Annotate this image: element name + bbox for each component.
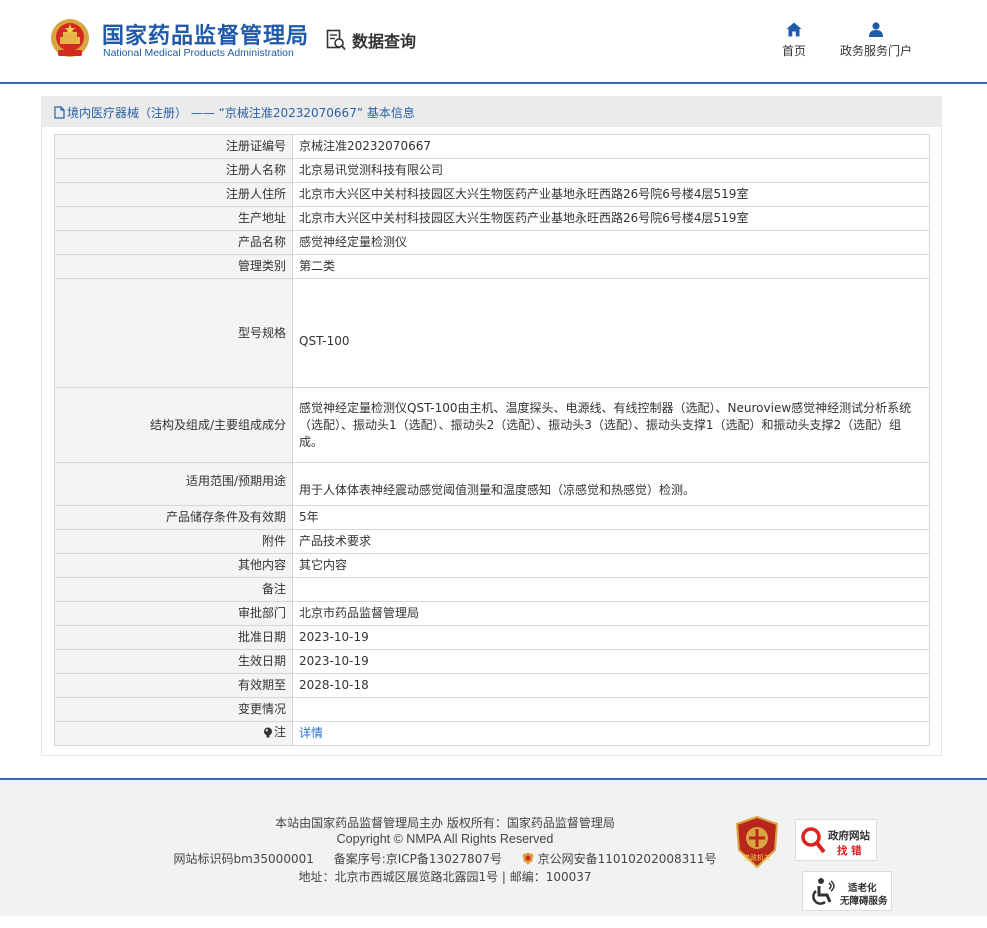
table-row: 生效日期 2023-10-19 <box>54 649 930 674</box>
user-icon <box>869 22 883 37</box>
nav-home[interactable]: 首页 <box>749 22 839 59</box>
home-icon <box>786 22 802 37</box>
table-row: 审批部门 北京市药品监督管理局 <box>54 601 930 626</box>
row-label: 变更情况 <box>54 697 293 722</box>
footer-police[interactable]: 京公网安备11010202008311号 <box>538 852 717 866</box>
table-row: 注册人名称 北京易讯觉测科技有限公司 <box>54 158 930 183</box>
document-icon <box>54 105 65 119</box>
row-label: 产品名称 <box>54 230 293 255</box>
row-label: 适用范围/预期用途 <box>54 462 293 506</box>
site-name-en: National Medical Products Administration <box>103 47 294 59</box>
table-row: 变更情况 <box>54 697 930 722</box>
row-label: 附件 <box>54 529 293 554</box>
gov-site-label: 政府网站 <box>828 830 870 842</box>
registration-info-table: 注册证编号 京械注准20232070667 注册人名称 北京易讯觉测科技有限公司… <box>54 134 930 746</box>
police-badge-icon <box>522 852 534 865</box>
gov-site-error-report[interactable]: 政府网站 找 错 <box>795 819 877 861</box>
data-query-link[interactable]: 数据查询 <box>326 28 416 52</box>
document-search-icon <box>326 29 346 51</box>
row-label: 注册证编号 <box>54 134 293 159</box>
magnifier-icon <box>801 827 826 854</box>
row-label: 管理类别 <box>54 254 293 279</box>
national-emblem-icon <box>51 19 89 57</box>
footer-site-id: 网站标识码bm35000001 <box>173 852 314 866</box>
panel-title: 境内医疗器械（注册） —— “京械注准20232070667” 基本信息 <box>42 97 941 127</box>
table-row: 型号规格 QST-100 <box>54 278 930 388</box>
row-value <box>292 697 930 722</box>
row-value: 2023-10-19 <box>292 625 930 650</box>
party-badge-text: 党政机关 <box>743 853 771 862</box>
site-header: 国家药品监督管理局 National Medical Products Admi… <box>0 0 987 84</box>
age-friendly-label: 适老化 <box>848 883 877 894</box>
table-row: 结构及组成/主要组成成分 感觉神经定量检测仪QST-100由主机、温度探头、电源… <box>54 387 930 463</box>
table-row: 有效期至 2028-10-18 <box>54 673 930 698</box>
row-label: 生产地址 <box>54 206 293 231</box>
table-row: 注册证编号 京械注准20232070667 <box>54 134 930 159</box>
data-query-label: 数据查询 <box>352 32 417 51</box>
row-label: 型号规格 <box>54 278 293 388</box>
row-value: 感觉神经定量检测仪 <box>292 230 930 255</box>
footer-address: 地址：北京市西城区展览路北露园1号 | 邮编：100037 <box>298 870 592 884</box>
row-label: 注册人名称 <box>54 158 293 183</box>
site-footer: 本站由国家药品监督管理局主办 版权所有：国家药品监督管理局 Copyright … <box>0 778 987 916</box>
row-label: 注 <box>273 725 286 739</box>
row-value: 感觉神经定量检测仪QST-100由主机、温度探头、电源线、有线控制器（选配）、N… <box>292 387 930 463</box>
row-label: 审批部门 <box>54 601 293 626</box>
note-label-cell: 注 <box>54 721 293 746</box>
accessibility-icon <box>812 878 835 905</box>
table-row: 备注 <box>54 577 930 602</box>
row-value: 北京市大兴区中关村科技园区大兴生物医药产业基地永旺西路26号院6号楼4层519室 <box>292 206 930 231</box>
row-label: 结构及组成/主要组成成分 <box>54 387 293 463</box>
row-value: 北京市药品监督管理局 <box>292 601 930 626</box>
footer-icp[interactable]: 备案序号:京ICP备13027807号 <box>334 852 502 866</box>
nav-service-portal[interactable]: 政务服务门户 <box>831 22 921 59</box>
row-value: 北京市大兴区中关村科技园区大兴生物医药产业基地永旺西路26号院6号楼4层519室 <box>292 182 930 207</box>
table-row: 注 详情 <box>54 721 930 746</box>
detail-panel: 境内医疗器械（注册） —— “京械注准20232070667” 基本信息 注册证… <box>41 96 942 756</box>
row-value: 2028-10-18 <box>292 673 930 698</box>
row-value <box>292 577 930 602</box>
table-row: 生产地址 北京市大兴区中关村科技园区大兴生物医药产业基地永旺西路26号院6号楼4… <box>54 206 930 231</box>
row-value: 北京易讯觉测科技有限公司 <box>292 158 930 183</box>
row-value: 第二类 <box>292 254 930 279</box>
row-label: 有效期至 <box>54 673 293 698</box>
row-label: 注册人住所 <box>54 182 293 207</box>
note-bulb-icon <box>263 727 272 738</box>
table-row: 附件 产品技术要求 <box>54 529 930 554</box>
row-label: 生效日期 <box>54 649 293 674</box>
table-row: 管理类别 第二类 <box>54 254 930 279</box>
details-link[interactable]: 详情 <box>292 721 930 746</box>
table-row: 产品储存条件及有效期 5年 <box>54 505 930 530</box>
row-value: 其它内容 <box>292 553 930 578</box>
row-label: 其他内容 <box>54 553 293 578</box>
nav-portal-label: 政务服务门户 <box>839 44 912 58</box>
accessibility-service[interactable]: 适老化 无障碍服务 <box>802 871 892 911</box>
error-report-label: 找 错 <box>837 845 862 857</box>
row-value: 京械注准20232070667 <box>292 134 930 159</box>
row-value: 用于人体体表神经震动感觉阈值测量和温度感知（凉感觉和热感觉）检测。 <box>292 462 930 506</box>
row-label: 批准日期 <box>54 625 293 650</box>
barrier-free-label: 无障碍服务 <box>840 896 888 907</box>
row-value: 5年 <box>292 505 930 530</box>
table-row: 批准日期 2023-10-19 <box>54 625 930 650</box>
party-gov-badge-icon[interactable]: 党政机关 <box>735 816 779 868</box>
site-name-cn: 国家药品监督管理局 <box>102 24 310 49</box>
nav-home-label: 首页 <box>781 44 806 58</box>
table-row: 产品名称 感觉神经定量检测仪 <box>54 230 930 255</box>
panel-title-text: 境内医疗器械（注册） —— “京械注准20232070667” 基本信息 <box>67 105 415 120</box>
table-row: 适用范围/预期用途 用于人体体表神经震动感觉阈值测量和温度感知（凉感觉和热感觉）… <box>54 462 930 506</box>
table-row: 其他内容 其它内容 <box>54 553 930 578</box>
row-value: QST-100 <box>292 278 930 388</box>
row-label: 产品储存条件及有效期 <box>54 505 293 530</box>
row-value: 2023-10-19 <box>292 649 930 674</box>
row-label: 备注 <box>54 577 293 602</box>
table-row: 注册人住所 北京市大兴区中关村科技园区大兴生物医药产业基地永旺西路26号院6号楼… <box>54 182 930 207</box>
row-value: 产品技术要求 <box>292 529 930 554</box>
